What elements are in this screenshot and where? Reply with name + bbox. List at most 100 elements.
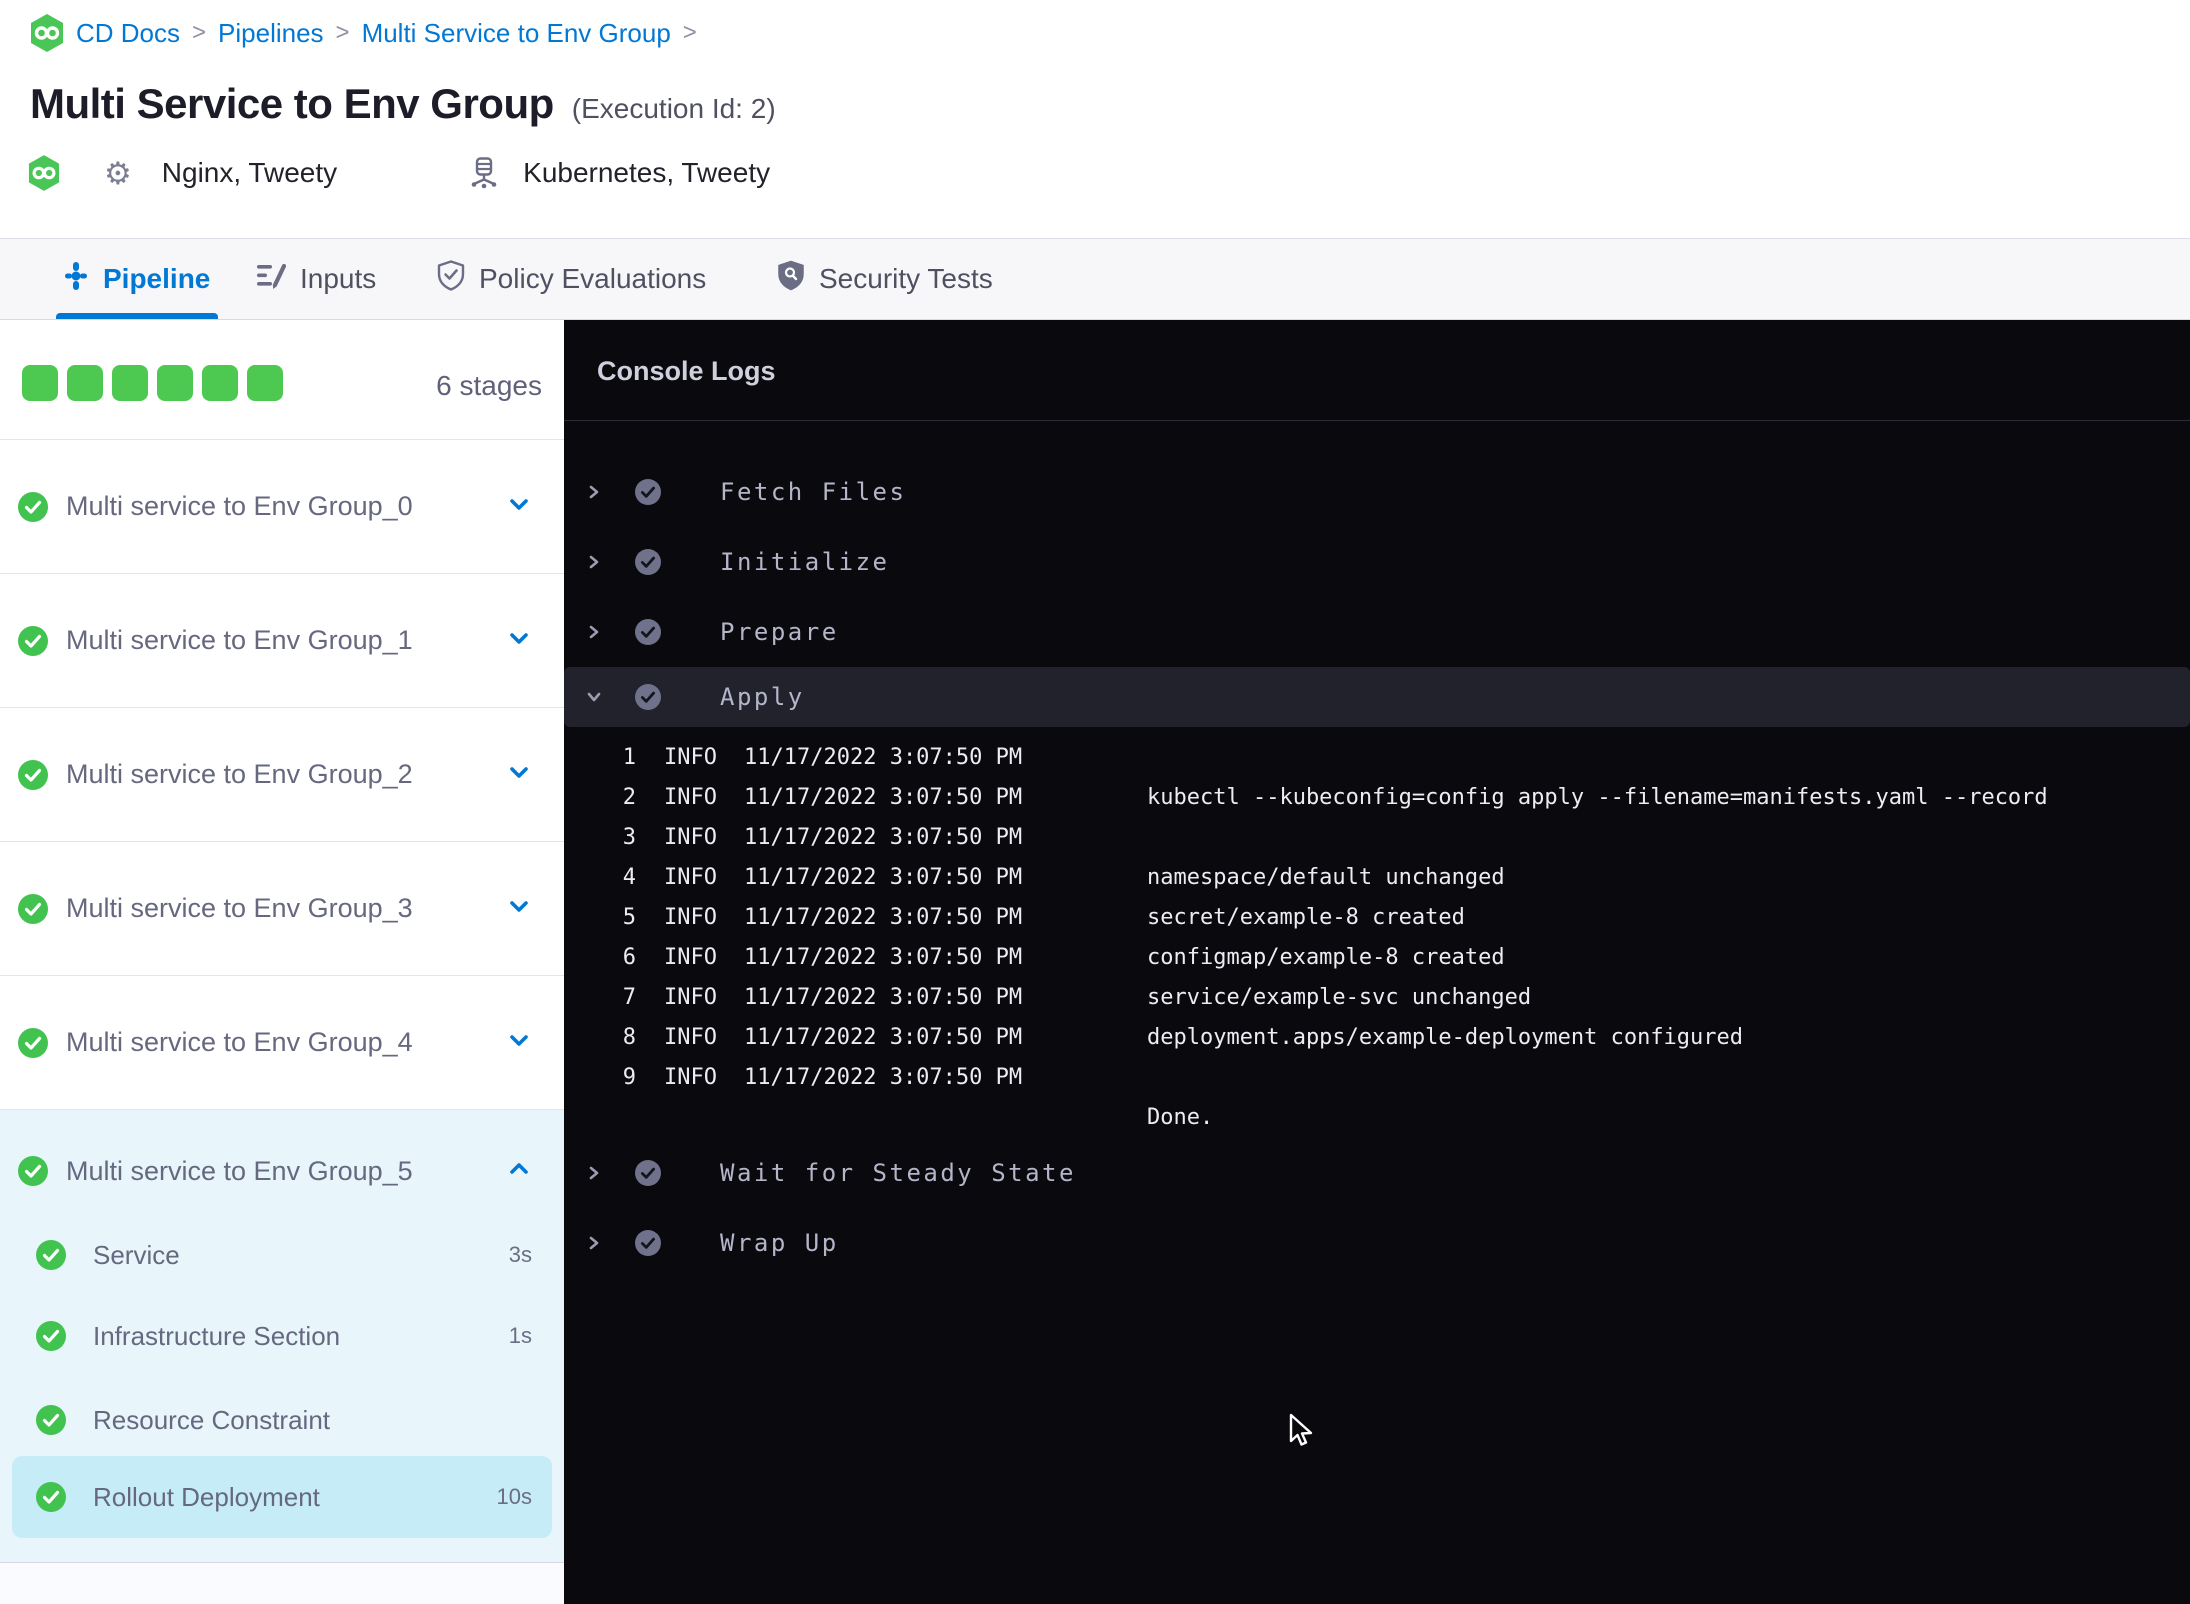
- breadcrumb-pipelines[interactable]: Pipelines: [218, 18, 324, 49]
- success-check-icon: [18, 1027, 48, 1058]
- chevron-down-icon[interactable]: [506, 1027, 532, 1058]
- log-line: 1 INFO 11/17/2022 3:07:50 PM: [564, 737, 2190, 777]
- stage-row[interactable]: Multi service to Env Group_4: [0, 976, 564, 1110]
- expanded-stage-section: Multi service to Env Group_5 Service 3s: [0, 1110, 564, 1562]
- breadcrumb-cd-docs[interactable]: CD Docs: [76, 18, 180, 49]
- stage-row[interactable]: Multi service to Env Group_1: [0, 574, 564, 708]
- chevron-right-icon[interactable]: [585, 623, 603, 641]
- chevron-up-icon[interactable]: [506, 1156, 532, 1187]
- console-logs-panel: Console Logs Fetch Files Initialize Prep…: [564, 320, 2190, 1604]
- chevron-right-icon[interactable]: [585, 1234, 603, 1252]
- chevron-down-icon[interactable]: [585, 688, 603, 706]
- log-section-apply-expanded[interactable]: Apply: [564, 667, 2190, 727]
- stage-square-success: [67, 365, 103, 401]
- stage-square-success: [247, 365, 283, 401]
- tab-pipeline[interactable]: Pipeline: [63, 239, 210, 319]
- console-divider: [564, 420, 2190, 421]
- tab-policy-evaluations-label: Policy Evaluations: [479, 263, 707, 294]
- log-line: 3 INFO 11/17/2022 3:07:50 PM: [564, 817, 2190, 857]
- log-section-wait-for-steady-state[interactable]: Wait for Steady State: [564, 1138, 2190, 1208]
- log-level: INFO: [664, 824, 717, 850]
- shield-search-icon: [777, 260, 805, 298]
- stage-name: Multi service to Env Group_0: [66, 491, 413, 521]
- success-check-icon: [18, 491, 48, 522]
- stage-row[interactable]: Multi service to Env Group_0: [0, 440, 564, 574]
- log-lines-block: 1 INFO 11/17/2022 3:07:50 PM 2 INFO 11/1…: [564, 737, 2190, 1137]
- breadcrumb-separator: >: [192, 19, 207, 46]
- step-row-infrastructure[interactable]: Infrastructure Section 1s: [0, 1296, 564, 1376]
- log-line-number: 7: [622, 984, 636, 1010]
- stage-name: Multi service to Env Group_4: [66, 1027, 413, 1057]
- breadcrumb-separator: >: [335, 19, 350, 46]
- stage-row-expanded[interactable]: Multi service to Env Group_5: [0, 1110, 564, 1232]
- log-section-prepare[interactable]: Prepare: [564, 597, 2190, 667]
- step-row-rollout-deployment-selected[interactable]: Rollout Deployment 10s: [12, 1456, 552, 1538]
- success-check-icon: [635, 684, 661, 710]
- log-section-initialize[interactable]: Initialize: [564, 527, 2190, 597]
- chevron-down-icon[interactable]: [506, 491, 532, 522]
- log-message: Done.: [1147, 1104, 1214, 1130]
- service-label: Nginx, Tweety: [161, 157, 338, 188]
- log-section-name: Initialize: [720, 548, 890, 576]
- success-check-icon: [635, 479, 661, 505]
- chevron-down-icon[interactable]: [506, 759, 532, 790]
- environment-label: Kubernetes, Tweety: [523, 157, 771, 188]
- log-section-name: Apply: [720, 683, 805, 711]
- step-row-resource-constraint[interactable]: Resource Constraint: [0, 1380, 564, 1460]
- chevron-right-icon[interactable]: [585, 1164, 603, 1182]
- log-level: INFO: [664, 1064, 717, 1090]
- log-line-number: 3: [622, 824, 636, 850]
- success-check-icon: [635, 1230, 661, 1256]
- success-check-icon: [18, 625, 48, 656]
- log-timestamp: 11/17/2022 3:07:50 PM: [744, 784, 1023, 810]
- page-header: CD Docs > Pipelines > Multi Service to E…: [0, 0, 2190, 238]
- log-message: kubectl --kubeconfig=config apply --file…: [1147, 784, 2048, 810]
- shield-check-icon: [437, 260, 465, 298]
- success-check-icon: [36, 1405, 66, 1435]
- sidebar-bottom-strip: [0, 1562, 564, 1604]
- page-title: Multi Service to Env Group: [30, 80, 554, 127]
- services-row: ⚙ Nginx, Tweety Kubernetes, Tweety: [28, 150, 770, 196]
- tab-policy-evaluations[interactable]: Policy Evaluations: [437, 239, 706, 319]
- stage-name: Multi service to Env Group_3: [66, 893, 413, 923]
- step-row-service[interactable]: Service 3s: [0, 1215, 564, 1295]
- log-line: 8 INFO 11/17/2022 3:07:50 PM deployment.…: [564, 1017, 2190, 1057]
- log-level: INFO: [664, 784, 717, 810]
- stage-count-label: 6 stages: [436, 370, 542, 401]
- success-check-icon: [18, 759, 48, 790]
- success-check-icon: [36, 1240, 66, 1270]
- breadcrumb-separator: >: [682, 19, 697, 46]
- log-section-wrap-up[interactable]: Wrap Up: [564, 1208, 2190, 1278]
- tab-security-tests[interactable]: Security Tests: [777, 239, 993, 319]
- stage-square-success: [22, 365, 58, 401]
- log-level: INFO: [664, 1024, 717, 1050]
- tab-inputs[interactable]: Inputs: [256, 239, 376, 319]
- stage-row[interactable]: Multi service to Env Group_2: [0, 708, 564, 842]
- tab-bar: Pipeline Inputs Policy Evaluations Secur…: [0, 238, 2190, 320]
- success-check-icon: [18, 1156, 48, 1186]
- chevron-right-icon[interactable]: [585, 553, 603, 571]
- step-name: Rollout Deployment: [93, 1481, 320, 1512]
- breadcrumb-pipeline-name[interactable]: Multi Service to Env Group: [362, 18, 671, 49]
- log-section-name: Wait for Steady State: [720, 1159, 1076, 1187]
- success-check-icon: [635, 1160, 661, 1186]
- gear-icon: ⚙: [104, 155, 132, 191]
- chevron-down-icon[interactable]: [506, 625, 532, 656]
- log-line-number: 5: [622, 904, 636, 930]
- log-line: 4 INFO 11/17/2022 3:07:50 PM namespace/d…: [564, 857, 2190, 897]
- chevron-right-icon[interactable]: [585, 483, 603, 501]
- log-level: INFO: [664, 744, 717, 770]
- log-section-fetch-files[interactable]: Fetch Files: [564, 457, 2190, 527]
- breadcrumb: CD Docs > Pipelines > Multi Service to E…: [30, 14, 697, 52]
- log-level: INFO: [664, 944, 717, 970]
- log-message: deployment.apps/example-deployment confi…: [1147, 1024, 1744, 1050]
- stage-row[interactable]: Multi service to Env Group_3: [0, 842, 564, 976]
- inputs-icon: [256, 262, 287, 297]
- log-timestamp: 11/17/2022 3:07:50 PM: [744, 1064, 1023, 1090]
- chevron-down-icon[interactable]: [506, 893, 532, 924]
- log-line-number: 2: [622, 784, 636, 810]
- log-line-number: 1: [622, 744, 636, 770]
- tab-pipeline-label: Pipeline: [103, 263, 211, 294]
- log-level: INFO: [664, 864, 717, 890]
- stage-name: Multi service to Env Group_5: [66, 1155, 413, 1186]
